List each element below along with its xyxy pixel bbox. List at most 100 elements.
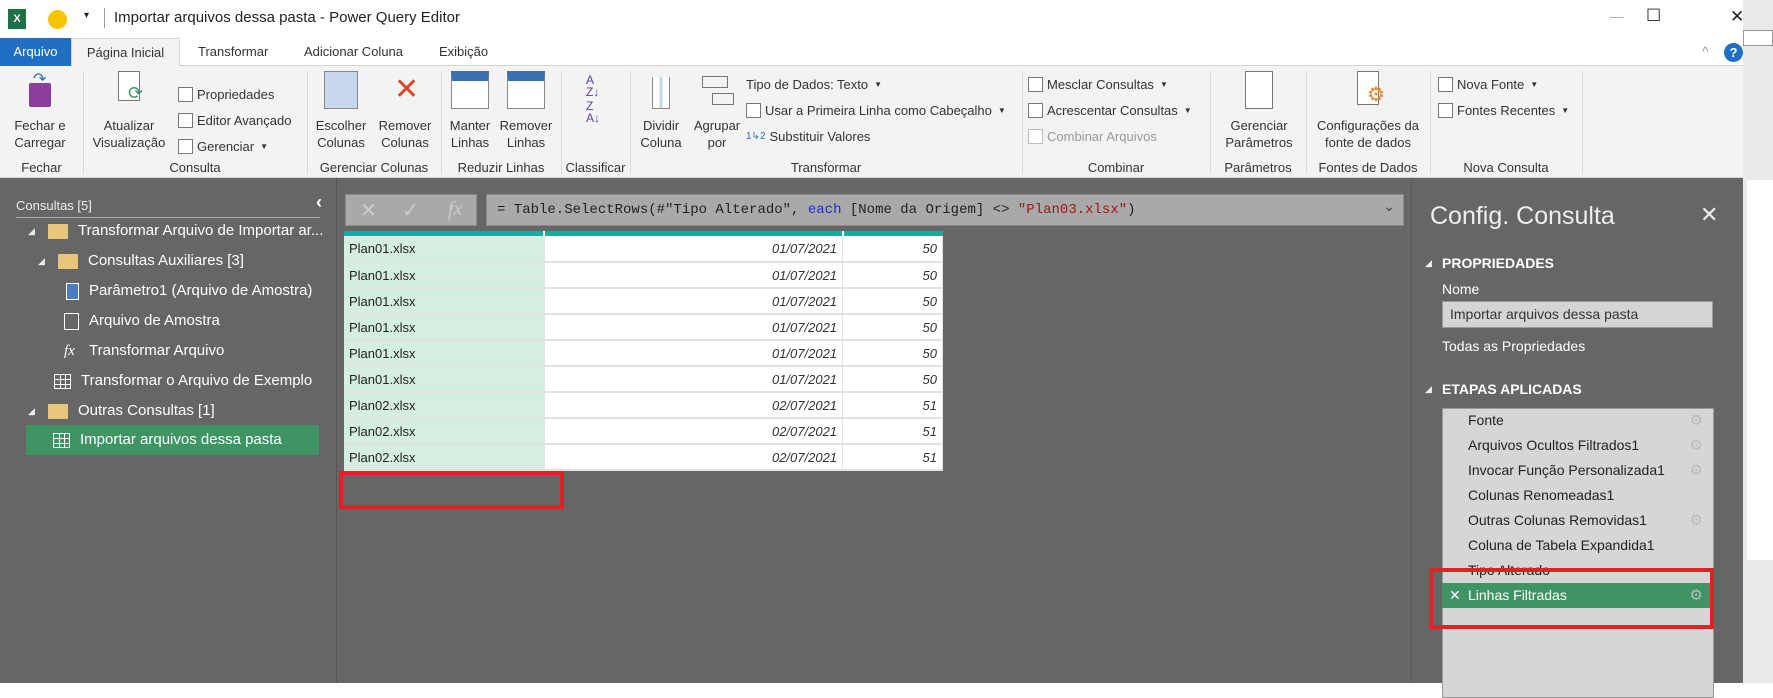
maximize-button[interactable]: ☐	[1646, 6, 1661, 26]
fechar-carregar-button[interactable]: ↷ Fechar e Carregar	[4, 71, 76, 151]
query-parametro1[interactable]: Parâmetro1 (Arquivo de Amostra)	[66, 276, 312, 306]
table-cell[interactable]: 01/07/2021	[544, 236, 844, 263]
table-cell[interactable]: 51	[842, 418, 943, 445]
query-transformar-exemplo[interactable]: Transformar o Arquivo de Exemplo	[54, 366, 312, 396]
table-cell[interactable]: 01/07/2021	[544, 366, 844, 393]
dividir-coluna-button[interactable]: Dividir Coluna	[634, 71, 688, 151]
table-cell[interactable]: 01/07/2021	[544, 288, 844, 315]
gear-icon[interactable]: ⚙	[1690, 433, 1703, 458]
expand-formula-icon[interactable]: ⌄	[1383, 199, 1395, 216]
query-importar-selected[interactable]: Importar arquivos dessa pasta	[26, 425, 319, 455]
gear-icon[interactable]: ⚙	[1690, 458, 1703, 483]
nova-fonte-button[interactable]: Nova Fonte ▼	[1438, 74, 1538, 94]
applied-step[interactable]: Invocar Função Personalizada1 ⚙	[1442, 458, 1711, 483]
customize-toolbar-icon[interactable]: ▾	[84, 10, 89, 21]
table-cell[interactable]: 50	[842, 236, 943, 263]
table-cell[interactable]: 51	[842, 444, 943, 471]
editor-avancado-button[interactable]: Editor Avançado	[178, 110, 291, 130]
formula-text[interactable]: = Table.SelectRows(#"Tipo Alterado", eac…	[497, 195, 1136, 225]
applied-step[interactable]: Outras Colunas Removidas1 ⚙	[1442, 508, 1711, 533]
applied-step[interactable]: Fonte ⚙	[1442, 408, 1711, 433]
atualizar-visualizacao-button[interactable]: ⟳ Atualizar Visualização	[86, 71, 172, 151]
table-cell[interactable]: 51	[842, 392, 943, 419]
collapse-pane-button[interactable]: ‹	[316, 192, 322, 213]
table-cell[interactable]: 02/07/2021	[544, 444, 844, 471]
manter-linhas-button[interactable]: Manter Linhas	[444, 71, 496, 151]
table-cell[interactable]: 50	[842, 340, 943, 367]
tab-adicionar-coluna[interactable]: Adicionar Coluna	[294, 38, 413, 66]
substituir-valores-button[interactable]: 1↳2 Substituir Valores	[746, 126, 870, 146]
applied-step[interactable]: Coluna de Tabela Expandida1	[1442, 533, 1711, 558]
gerenciar-button[interactable]: Gerenciar ▼	[178, 136, 268, 156]
sort-ascending-button[interactable]: A Z↓	[586, 74, 599, 98]
table-cell[interactable]: 02/07/2021	[544, 392, 844, 419]
acrescentar-consultas-button[interactable]: Acrescentar Consultas ▼	[1028, 100, 1192, 120]
cancel-icon[interactable]: ✕	[360, 198, 377, 223]
formula-suffix: )	[1127, 202, 1136, 218]
query-folder-transformar[interactable]: ◢ Transformar Arquivo de Importar ar...	[28, 216, 323, 246]
configuracoes-fonte-button[interactable]: ⚙ Configurações da fonte de dados	[1306, 71, 1430, 151]
settings-title: Config. Consulta	[1430, 202, 1615, 230]
remover-linhas-button[interactable]: Remover Linhas	[498, 71, 554, 151]
function-icon[interactable]: fx	[448, 198, 462, 221]
help-icon[interactable]: ?	[1724, 43, 1743, 62]
sort-descending-button[interactable]: Z A↓	[586, 100, 600, 124]
group-label-fechar: Fechar	[21, 160, 62, 175]
smiley-icon[interactable]	[48, 10, 67, 29]
table-cell[interactable]: Plan01.xlsx	[344, 288, 545, 315]
table-cell[interactable]: 50	[842, 262, 943, 289]
query-arquivo-amostra[interactable]: Arquivo de Amostra	[64, 306, 220, 336]
mesclar-consultas-button[interactable]: Mesclar Consultas ▼	[1028, 74, 1168, 94]
group-by-icon	[700, 71, 734, 109]
name-input[interactable]: Importar arquivos dessa pasta	[1442, 301, 1713, 328]
table-cell[interactable]: 50	[842, 366, 943, 393]
table-cell[interactable]: 50	[842, 314, 943, 341]
table-cell[interactable]: 01/07/2021	[544, 262, 844, 289]
table-cell[interactable]: Plan01.xlsx	[344, 236, 545, 263]
table-cell[interactable]: 01/07/2021	[544, 340, 844, 367]
group-label-reduzir-linhas: Reduzir Linhas	[457, 160, 545, 175]
remover-colunas-button[interactable]: ✕ Remover Colunas	[374, 71, 436, 151]
table-cell[interactable]: Plan01.xlsx	[344, 366, 545, 393]
new-source-icon	[1438, 76, 1453, 92]
collapse-ribbon-icon[interactable]: ^	[1702, 43, 1709, 59]
query-folder-outras[interactable]: ◢ Outras Consultas [1]	[28, 396, 215, 426]
table-cell[interactable]: Plan02.xlsx	[344, 392, 545, 419]
table-cell[interactable]: 01/07/2021	[544, 314, 844, 341]
tipo-de-dados-dropdown[interactable]: Tipo de Dados: Texto ▼	[746, 74, 882, 94]
tab-transformar[interactable]: Transformar	[188, 38, 278, 66]
query-transformar-arquivo[interactable]: fx Transformar Arquivo	[64, 336, 224, 366]
formula-bar[interactable]: = Table.SelectRows(#"Tipo Alterado", eac…	[486, 194, 1404, 226]
commit-icon[interactable]: ✓	[402, 198, 419, 223]
tab-exibicao[interactable]: Exibição	[429, 38, 498, 66]
propriedades-button[interactable]: Propriedades	[178, 84, 274, 104]
query-folder-auxiliares[interactable]: ◢ Consultas Auxiliares [3]	[38, 246, 244, 276]
table-cell[interactable]: Plan02.xlsx	[344, 444, 545, 471]
expand-triangle-icon: ◢	[28, 406, 35, 416]
close-settings-button[interactable]: ✕	[1700, 202, 1718, 228]
all-properties-link[interactable]: Todas as Propriedades	[1442, 338, 1585, 354]
escolher-colunas-button[interactable]: Escolher Colunas	[312, 71, 370, 151]
gerenciar-parametros-button[interactable]: Gerenciar Parâmetros	[1212, 71, 1306, 151]
usar-primeira-linha-button[interactable]: Usar a Primeira Linha como Cabeçalho ▼	[746, 100, 1006, 120]
divider	[561, 71, 562, 174]
applied-step[interactable]: Arquivos Ocultos Filtrados1 ⚙	[1442, 433, 1711, 458]
tab-pagina-inicial[interactable]: Página Inicial	[71, 38, 180, 67]
minimize-button[interactable]: —	[1610, 8, 1624, 24]
applied-step[interactable]: Colunas Renomeadas1	[1442, 483, 1711, 508]
gear-icon[interactable]: ⚙	[1690, 508, 1703, 533]
table-cell[interactable]: 50	[842, 288, 943, 315]
collapse-triangle-icon[interactable]: ◢	[1425, 258, 1432, 269]
table-cell[interactable]: 02/07/2021	[544, 418, 844, 445]
table-cell[interactable]: Plan01.xlsx	[344, 262, 545, 289]
tab-arquivo[interactable]: Arquivo	[0, 38, 71, 66]
agrupar-por-button[interactable]: Agrupar por	[692, 71, 742, 151]
table-cell[interactable]: Plan02.xlsx	[344, 418, 545, 445]
collapse-triangle-icon[interactable]: ◢	[1425, 384, 1432, 395]
table-row: Plan02.xlsx 02/07/2021 51	[344, 418, 943, 445]
table-cell[interactable]: Plan01.xlsx	[344, 340, 545, 367]
combinar-arquivos-button[interactable]: Combinar Arquivos	[1028, 126, 1157, 146]
gear-icon[interactable]: ⚙	[1690, 408, 1703, 433]
fontes-recentes-button[interactable]: Fontes Recentes ▼	[1438, 100, 1569, 120]
table-cell[interactable]: Plan01.xlsx	[344, 314, 545, 341]
